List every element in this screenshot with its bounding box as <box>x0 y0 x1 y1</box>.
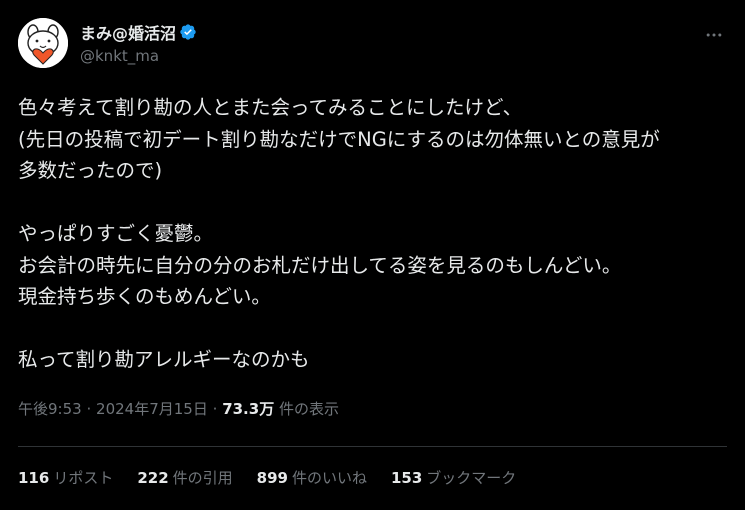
post-date[interactable]: 2024年7月15日 <box>96 400 208 418</box>
tweet-line: お会計の時先に自分の分のお札だけ出してる姿を見るのもしんどい。 <box>18 253 622 277</box>
tweet-line: 現金持ち歩くのもめんどい。 <box>18 285 271 308</box>
tweet-header: まみ@婚活沼 @knkt_ma <box>18 18 727 68</box>
post-time[interactable]: 午後9:53 <box>18 400 82 418</box>
reposts-count: 116 <box>18 469 50 487</box>
likes-stat[interactable]: 899 件のいいね <box>257 467 367 488</box>
engagement-stats: 116 リポスト 222 件の引用 899 件のいいね 153 ブックマーク <box>18 467 540 488</box>
tweet-text: 色々考えて割り勘の人とまた会ってみることにしたけど、 (先日の投稿で初デート割り… <box>18 92 730 376</box>
reposts-label: リポスト <box>53 469 114 487</box>
more-options-icon[interactable] <box>703 24 725 46</box>
display-name-row: まみ@婚活沼 <box>80 20 197 44</box>
quotes-count: 222 <box>137 469 169 487</box>
quotes-stat[interactable]: 222 件の引用 <box>137 467 232 488</box>
tweet-line: やっぱりすごく憂鬱。 <box>18 222 214 245</box>
meta-separator: · <box>86 400 92 418</box>
views-count: 73.3万 <box>222 400 275 418</box>
likes-count: 899 <box>256 469 288 487</box>
meta-separator: · <box>212 400 218 418</box>
reposts-stat[interactable]: 116 リポスト <box>18 467 113 488</box>
avatar-illustration <box>18 18 68 68</box>
likes-label: 件のいいね <box>291 469 367 487</box>
bookmarks-count: 153 <box>390 469 423 487</box>
tweet-line: 色々考えて割り勘の人とまた会ってみることにしたけど、 <box>18 96 523 119</box>
views-label: 件の表示 <box>278 400 339 418</box>
tweet-line: 多数だったので) <box>18 159 163 182</box>
author-handle[interactable]: @knkt_ma <box>80 47 197 65</box>
avatar[interactable] <box>18 18 68 68</box>
verified-badge-icon[interactable] <box>179 23 197 41</box>
tweet-line: (先日の投稿で初デート割り勘なだけでNGにするのは勿体無いとの意見が <box>18 127 660 151</box>
bookmarks-stat[interactable]: 153 ブックマーク <box>391 467 516 488</box>
bookmarks-label: ブックマーク <box>426 469 517 487</box>
tweet-line: 私って割り勘アレルギーなのかも <box>18 348 310 371</box>
divider <box>18 446 727 447</box>
display-name[interactable]: まみ@婚活沼 <box>80 20 176 44</box>
tweet-meta: 午後9:53 · 2024年7月15日 · 73.3万 件の表示 <box>18 398 339 419</box>
author-info: まみ@婚活沼 @knkt_ma <box>80 20 197 65</box>
quotes-label: 件の引用 <box>172 469 233 487</box>
